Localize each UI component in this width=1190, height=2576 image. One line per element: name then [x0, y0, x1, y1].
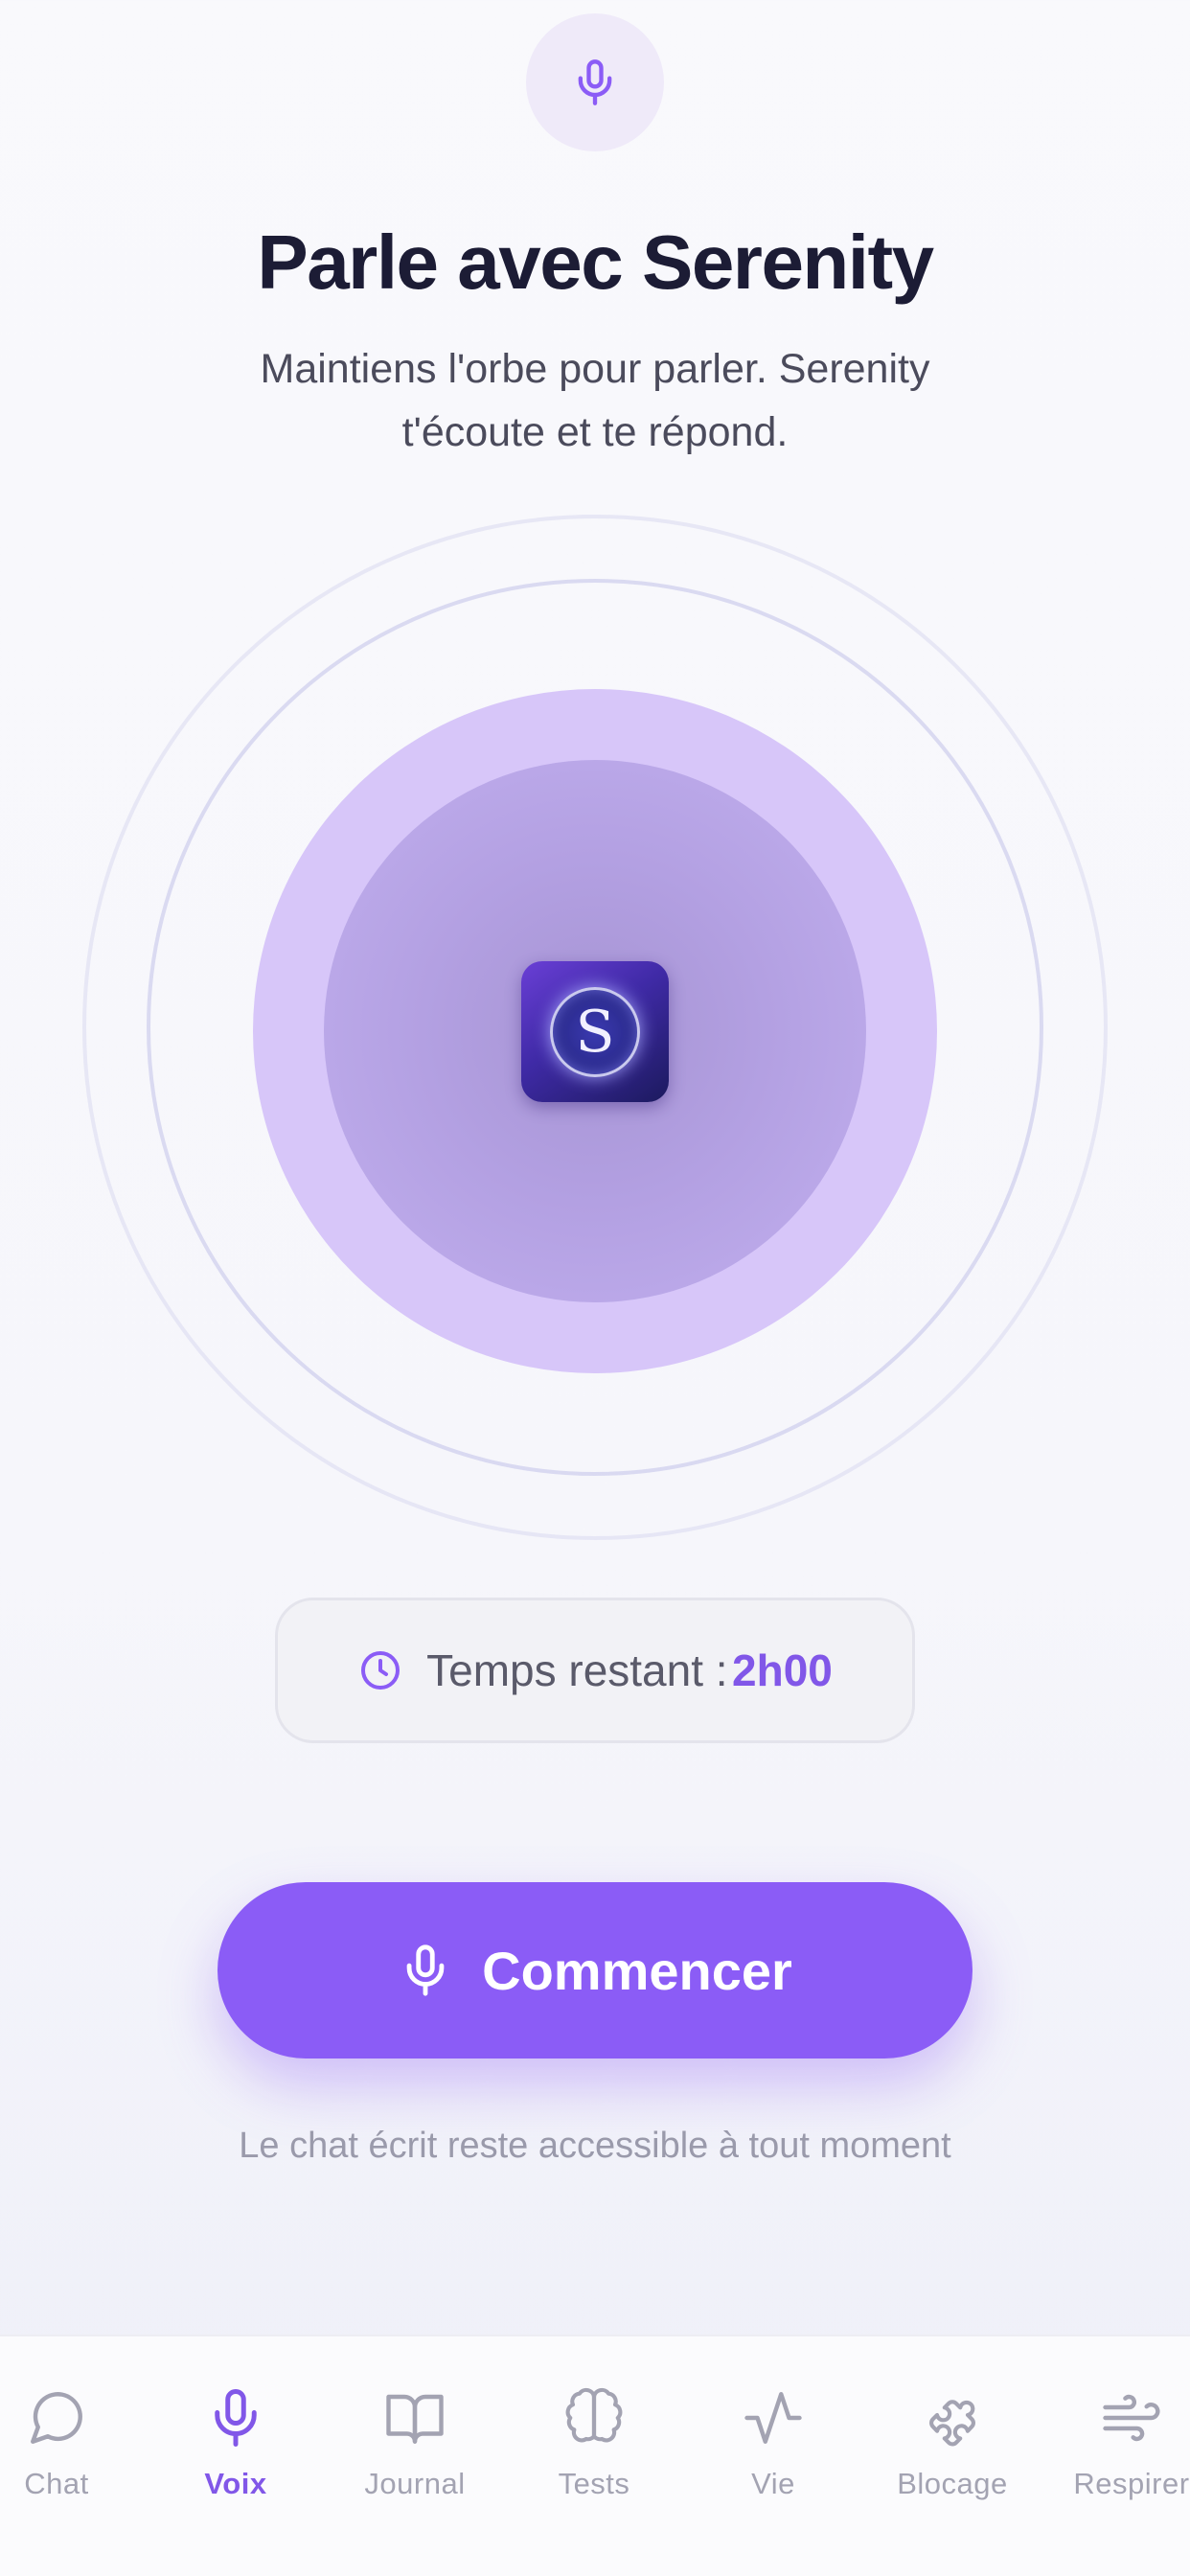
- tab-blocage[interactable]: Blocage: [863, 2336, 1041, 2528]
- page-subtitle: Maintiens l'orbe pour parler. Serenity t…: [260, 346, 930, 455]
- logo-glow-ring: S: [550, 986, 640, 1077]
- tab-label: Blocage: [897, 2467, 1008, 2500]
- start-button[interactable]: Commencer: [217, 1882, 973, 2058]
- tab-vie[interactable]: Vie: [684, 2336, 862, 2528]
- time-remaining-label: Temps restant :: [426, 1645, 728, 1695]
- tab-label: Vie: [751, 2467, 795, 2500]
- footnote-text: Le chat écrit reste accessible à tout mo…: [239, 2126, 951, 2166]
- microphone-icon: [578, 59, 612, 105]
- tab-label: Journal: [364, 2467, 466, 2500]
- microphone-icon: [215, 2389, 257, 2447]
- tab-label: Chat: [24, 2467, 89, 2500]
- clock-icon: [361, 1651, 400, 1690]
- page-title: Parle avec Serenity: [257, 219, 934, 305]
- wind-icon: [1103, 2394, 1160, 2442]
- serenity-logo: S: [521, 961, 669, 1102]
- brain-icon: [565, 2387, 623, 2443]
- microphone-icon: [406, 1944, 445, 1996]
- tab-label: Tests: [558, 2467, 630, 2500]
- book-icon: [386, 2394, 444, 2444]
- time-remaining-badge: Temps restant : 2h00: [275, 1598, 915, 1743]
- tab-label: Voix: [204, 2467, 267, 2500]
- time-remaining-value: 2h00: [732, 1645, 833, 1695]
- puzzle-icon: [929, 2400, 975, 2447]
- tab-respirer[interactable]: Respirer: [1042, 2336, 1190, 2528]
- chat-bubble-icon: [31, 2392, 82, 2444]
- tab-journal[interactable]: Journal: [326, 2336, 504, 2528]
- tab-voix[interactable]: Voix: [147, 2336, 325, 2528]
- header-mic-badge: [526, 13, 664, 151]
- bottom-tab-bar: Chat Voix Journal Tests Vie Blocage Resp…: [0, 2334, 1190, 2576]
- tab-tests[interactable]: Tests: [505, 2336, 683, 2528]
- activity-icon: [744, 2392, 802, 2444]
- tab-label: Respirer: [1073, 2467, 1190, 2500]
- logo-letter: S: [575, 998, 615, 1066]
- tab-chat[interactable]: Chat: [0, 2336, 146, 2528]
- start-button-label: Commencer: [482, 1940, 792, 2001]
